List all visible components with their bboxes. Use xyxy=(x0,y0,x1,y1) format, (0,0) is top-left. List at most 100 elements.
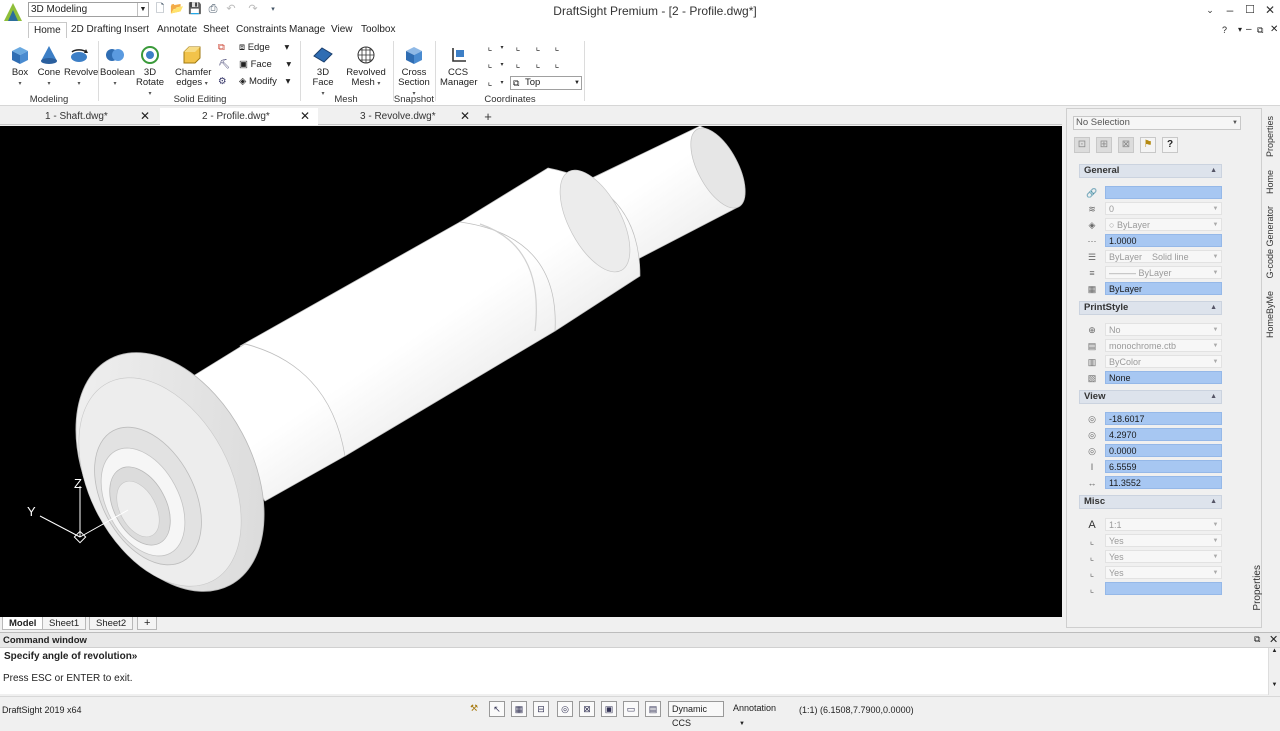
doc-minimize-button[interactable]: – xyxy=(1246,22,1252,38)
section-general[interactable]: General ▲ xyxy=(1079,164,1222,178)
ribbon-toggle-icon[interactable]: ⌄ xyxy=(1201,2,1219,18)
ccs-3point-icon[interactable]: ⌞ xyxy=(484,77,496,89)
view-value-3[interactable]: 0.0000 xyxy=(1105,444,1222,457)
minimize-button[interactable]: – xyxy=(1221,2,1239,18)
sheet-tab-model[interactable]: Model xyxy=(2,617,44,630)
3d-rotate-button[interactable]: 3D Rotate ▾ xyxy=(133,44,167,99)
toggle-pickadd-icon[interactable]: ⊞ xyxy=(1096,137,1112,153)
general-field-1[interactable] xyxy=(1105,186,1222,199)
workspace-select[interactable]: 3D Modeling ▼ xyxy=(28,2,149,17)
shell-icon[interactable]: ⚙ xyxy=(218,76,230,88)
quick-input-icon[interactable]: ▤ xyxy=(645,701,661,717)
ortho-icon[interactable]: ⊟ xyxy=(533,701,549,717)
side-tab-properties[interactable]: Properties xyxy=(1265,116,1275,157)
drawing-viewport[interactable]: Z Y xyxy=(0,126,1062,617)
print-icon[interactable]: ⎙ xyxy=(206,3,220,16)
selection-select[interactable]: No Selection ▼ xyxy=(1073,116,1241,130)
select-objects-icon[interactable]: ⊡ xyxy=(1074,137,1090,153)
chevron-down-icon[interactable]: ▾ xyxy=(496,42,508,54)
cone-button[interactable]: Cone ▾ xyxy=(36,44,62,89)
scroll-down-icon[interactable]: ▼ xyxy=(1269,682,1280,688)
side-tab-home[interactable]: Home xyxy=(1265,170,1275,194)
extrude-icon[interactable]: ⛏ xyxy=(218,59,230,71)
close-icon[interactable]: ✕ xyxy=(460,109,470,123)
view-value-1[interactable]: -18.6017 xyxy=(1105,412,1222,425)
view-value-5[interactable]: 11.3552 xyxy=(1105,476,1222,489)
new-file-icon[interactable]: 🗋 xyxy=(153,3,167,16)
polar-icon[interactable]: ◎ xyxy=(557,701,573,717)
transparency-field[interactable]: ByLayer xyxy=(1105,282,1222,295)
help-icon[interactable]: ? xyxy=(1162,137,1178,153)
tab-annotate[interactable]: Annotate xyxy=(157,22,197,38)
linetype-scale-field[interactable]: 1.0000 xyxy=(1105,234,1222,247)
misc-field-3[interactable]: Yes ▼ xyxy=(1105,566,1222,579)
add-sheet-plus-icon[interactable]: + xyxy=(137,617,158,630)
side-tab-homebyme[interactable]: HomeByMe xyxy=(1265,291,1275,338)
section-misc[interactable]: Misc ▲ xyxy=(1079,495,1222,509)
close-icon[interactable]: ✕ xyxy=(1269,633,1278,646)
color-field[interactable]: ○ ByLayer ▼ xyxy=(1105,218,1222,231)
print-value-field[interactable]: None xyxy=(1105,371,1222,384)
open-file-icon[interactable]: 📂 xyxy=(170,3,184,16)
linetype-field[interactable]: ByLayer Solid line ▼ xyxy=(1105,250,1222,263)
quick-select-icon[interactable]: ⊠ xyxy=(1118,137,1134,153)
ccs-origin-icon[interactable]: ⌞ xyxy=(484,42,496,54)
draftsight-logo-icon[interactable] xyxy=(2,1,24,23)
customize-quick-access-icon[interactable]: ▾ xyxy=(266,3,280,16)
sheet-tab-sheet1[interactable]: Sheet1 xyxy=(42,617,87,630)
restore-icon[interactable]: ⧉ xyxy=(1254,634,1260,645)
annotation-scale-select[interactable]: Annotation ▼ xyxy=(730,701,792,727)
lineweight-icon[interactable]: ▭ xyxy=(623,701,639,717)
chevron-down-icon[interactable]: ▾ xyxy=(496,77,508,89)
modify-button[interactable]: ◈ Modify ▾ xyxy=(239,76,290,88)
redo-icon[interactable]: ↷ xyxy=(246,3,260,16)
save-icon[interactable]: 💾 xyxy=(188,3,202,16)
revolved-mesh-button[interactable]: Revolved Mesh ▾ xyxy=(346,44,386,89)
command-scrollbar[interactable]: ▲ ▼ xyxy=(1268,648,1280,695)
view-value-4[interactable]: 6.5559 xyxy=(1105,460,1222,473)
tab-home[interactable]: Home xyxy=(28,22,67,38)
help-icon[interactable]: ? xyxy=(1222,22,1227,38)
misc-field-2[interactable]: Yes ▼ xyxy=(1105,550,1222,563)
print-table-field[interactable]: monochrome.ctb ▼ xyxy=(1105,339,1222,352)
misc-field-1[interactable]: Yes ▼ xyxy=(1105,534,1222,547)
view-value-2[interactable]: 4.2970 xyxy=(1105,428,1222,441)
face-button[interactable]: ▣ Face ▾ xyxy=(239,59,291,71)
layer-field[interactable]: 0 ▼ xyxy=(1105,202,1222,215)
cross-section-button[interactable]: Cross Section ▾ xyxy=(396,44,432,99)
tab-constraints[interactable]: Constraints xyxy=(236,22,287,38)
dynamic-ccs-toggle[interactable]: Dynamic CCS xyxy=(668,701,724,728)
side-tab-gcode-generator[interactable]: G-code Generator xyxy=(1265,206,1275,279)
ccs-object-icon[interactable]: ⌞ xyxy=(551,42,563,54)
esnap-icon[interactable]: ⊠ xyxy=(579,701,595,717)
ccs-manager-button[interactable]: CCS Manager xyxy=(440,44,478,88)
doc-restore-button[interactable]: ⧉ xyxy=(1257,22,1263,38)
tab-toolbox[interactable]: Toolbox xyxy=(361,22,395,38)
undo-icon[interactable]: ↶ xyxy=(224,3,238,16)
ccs-y-icon[interactable]: ⌞ xyxy=(532,59,544,71)
grid-icon[interactable]: ▦ xyxy=(511,701,527,717)
edge-button[interactable]: ⧈ Edge ▾ xyxy=(239,42,289,54)
revolve-button[interactable]: Revolve ▾ xyxy=(64,44,98,89)
etrack-icon[interactable]: ▣ xyxy=(601,701,617,717)
tab-sheet[interactable]: Sheet xyxy=(203,22,229,38)
ccs-view-icon[interactable]: ⌞ xyxy=(484,59,496,71)
section-printstyle[interactable]: PrintStyle ▲ xyxy=(1079,301,1222,315)
box-button[interactable]: Box ▾ xyxy=(8,44,32,89)
annotation-scale-field[interactable]: 1:1 ▼ xyxy=(1105,518,1222,531)
ccs-previous-icon[interactable]: ⌞ xyxy=(532,42,544,54)
document-tab-shaft[interactable]: 1 - Shaft.dwg* ✕ xyxy=(0,108,158,125)
print-style-enabled-field[interactable]: No ▼ xyxy=(1105,323,1222,336)
close-window-button[interactable]: ✕ xyxy=(1261,2,1279,18)
close-icon[interactable]: ✕ xyxy=(300,109,310,123)
tab-2d-drafting[interactable]: 2D Drafting xyxy=(71,22,122,38)
document-tab-revolve[interactable]: 3 - Revolve.dwg* ✕ xyxy=(320,108,478,125)
doc-close-button[interactable]: ✕ xyxy=(1270,22,1278,38)
fillet-icon[interactable]: ⧉ xyxy=(218,42,230,54)
misc-field-4[interactable] xyxy=(1105,582,1222,595)
tab-insert[interactable]: Insert xyxy=(124,22,149,38)
sheet-tab-sheet2[interactable]: Sheet2 xyxy=(89,617,134,630)
new-tab-plus-icon[interactable]: + xyxy=(480,108,496,125)
chevron-down-icon[interactable]: ▾ xyxy=(496,59,508,71)
close-icon[interactable]: ✕ xyxy=(140,109,150,123)
